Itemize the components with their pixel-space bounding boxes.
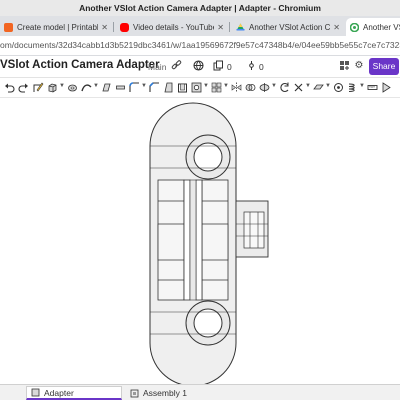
split-icon[interactable] [259,82,270,93]
loft-icon[interactable] [101,82,112,93]
boolean-icon[interactable] [245,82,256,93]
part-studio-icon [31,388,40,397]
element-tab-bar: Adapter Assembly 1 [0,384,400,400]
feature-toolbar: ▼ ▼ ▼ ▼ ▼ ▼ ▼ ▼ ▼ [0,78,400,98]
adapter-part-model[interactable] [0,98,400,384]
browser-tab-printables[interactable]: Create model | Printables ✕ [0,18,112,36]
printables-icon [4,22,13,32]
more-tools-icon[interactable] [381,82,392,93]
helix-icon[interactable] [347,82,358,93]
close-tab-icon[interactable]: ✕ [333,23,340,32]
add-to-library-icon[interactable] [338,60,350,72]
hole-icon[interactable] [191,82,202,93]
youtube-icon [120,22,129,32]
measure-icon[interactable] [367,82,378,93]
delete-part-icon[interactable] [293,82,304,93]
tab-assembly-1[interactable]: Assembly 1 [126,386,226,400]
url-text[interactable]: om/documents/32d34cabb1d3b5219dbc3461/w/… [0,40,400,50]
browser-tab-onshape[interactable]: Another VSlot [346,18,400,36]
plane-icon[interactable] [313,82,324,93]
browser-tab-label: Video details - YouTube Studio [133,22,215,32]
copy-workspace-icon[interactable] [212,60,224,72]
pattern-icon[interactable] [211,82,222,93]
versions-count: 0 [259,62,264,72]
document-header: VSlot Action Camera Adapter Main 0 0 ⚙ S… [0,56,400,78]
likes-count: 0 [227,62,232,72]
sketch-icon[interactable] [33,82,44,93]
window-title: Another VSlot Action Camera Adapter | Ad… [79,3,321,13]
mirror-icon[interactable] [231,82,242,93]
version-icon[interactable] [245,60,257,72]
tab-part-studio-adapter[interactable]: Adapter [26,386,122,400]
close-tab-icon[interactable]: ✕ [101,23,108,32]
browser-tab-label: Another VSlot [363,22,400,32]
draft-icon[interactable] [163,82,174,93]
window-title-bar: Another VSlot Action Camera Adapter | Ad… [0,0,400,16]
browser-tab-drive[interactable]: Another VSlot Action Camera Adapter ✕ [232,18,344,36]
globe-icon[interactable] [192,60,204,72]
thicken-icon[interactable] [115,82,126,93]
tab-label: Assembly 1 [143,388,187,398]
link-icon[interactable] [170,60,182,72]
fillet-icon[interactable] [129,82,140,93]
browser-tab-youtube[interactable]: Video details - YouTube Studio ✕ [116,18,228,36]
browser-tab-strip: Create model | Printables ✕ Video detail… [0,16,400,36]
sweep-icon[interactable] [81,82,92,93]
mate-connector-icon[interactable] [333,82,344,93]
tab-label: Adapter [44,387,74,398]
chamfer-icon[interactable] [149,82,160,93]
browser-tab-label: Create model | Printables [17,22,99,32]
share-button[interactable]: Share [369,58,399,75]
assembly-icon [130,389,139,398]
revolve-icon[interactable] [67,82,78,93]
redo-icon[interactable] [18,82,29,93]
transform-icon[interactable] [279,82,290,93]
address-bar[interactable]: om/documents/32d34cabb1d3b5219dbc3461/w/… [0,36,400,56]
branch-label[interactable]: Main [148,62,166,72]
gear-icon[interactable]: ⚙ [353,60,365,72]
graphics-area[interactable] [0,98,400,384]
document-title[interactable]: VSlot Action Camera Adapter [0,59,160,71]
shell-icon[interactable] [177,82,188,93]
browser-tab-label: Another VSlot Action Camera Adapter [249,22,331,32]
close-tab-icon[interactable]: ✕ [217,23,224,32]
extrude-icon[interactable] [47,82,58,93]
undo-icon[interactable] [4,82,15,93]
onshape-icon [349,22,360,32]
google-drive-icon [236,23,245,32]
